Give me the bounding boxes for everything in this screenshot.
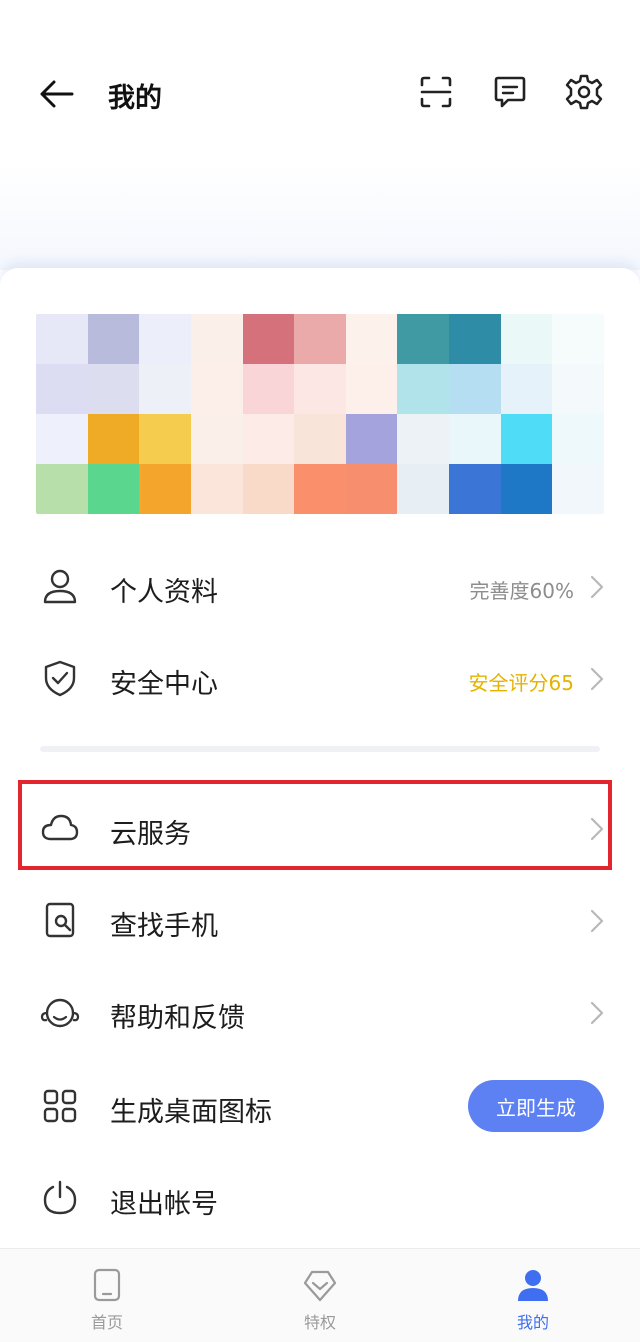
chevron-right-icon [590, 575, 604, 599]
chevron-right-icon [590, 909, 604, 933]
tab-label: 特权 [303, 1313, 336, 1332]
menu-label: 退出帐号 [110, 1189, 218, 1220]
settings-gear-icon[interactable] [564, 72, 604, 112]
section-divider [40, 746, 600, 752]
menu-item-find-phone[interactable]: 查找手机 [0, 880, 640, 960]
menu-label: 查找手机 [110, 911, 218, 942]
tab-home[interactable]: 首页 [47, 1249, 167, 1342]
scan-icon[interactable] [416, 72, 456, 112]
user-icon [43, 569, 77, 604]
grid-apps-icon [43, 1089, 77, 1123]
menu-label: 生成桌面图标 [110, 1097, 272, 1128]
find-phone-icon [45, 902, 75, 938]
user-filled-icon [518, 1270, 548, 1301]
profile-completion-text: 完善度60% [469, 579, 574, 603]
tab-mine[interactable]: 我的 [473, 1249, 593, 1342]
bottom-tab-bar: 首页 特权 我的 [0, 1248, 640, 1342]
blurred-banner [36, 314, 604, 514]
header: 我的 [0, 0, 640, 270]
menu-item-logout[interactable]: 退出帐号 [0, 1158, 640, 1238]
menu-item-help-feedback[interactable]: 帮助和反馈 [0, 972, 640, 1052]
home-phone-icon [93, 1268, 121, 1302]
tab-label: 首页 [90, 1313, 123, 1332]
chevron-right-icon [590, 667, 604, 691]
page-title: 我的 [108, 83, 162, 114]
security-score-text: 安全评分65 [468, 671, 574, 695]
shield-check-icon [44, 660, 76, 697]
highlight-box [18, 780, 612, 870]
menu-label: 个人资料 [110, 577, 218, 608]
message-icon[interactable] [490, 72, 530, 112]
generate-now-button[interactable]: 立即生成 [468, 1080, 604, 1132]
help-face-icon [40, 998, 80, 1028]
menu-label: 帮助和反馈 [110, 1003, 245, 1034]
diamond-icon [303, 1270, 337, 1302]
tab-label: 我的 [516, 1313, 549, 1332]
chevron-right-icon [590, 1001, 604, 1025]
menu-item-profile[interactable]: 个人资料 完善度60% [0, 546, 640, 626]
menu-item-security[interactable]: 安全中心 安全评分65 [0, 638, 640, 718]
back-arrow-icon[interactable] [36, 74, 76, 114]
power-icon [43, 1180, 77, 1215]
tab-privilege[interactable]: 特权 [260, 1249, 380, 1342]
menu-label: 安全中心 [110, 669, 218, 700]
